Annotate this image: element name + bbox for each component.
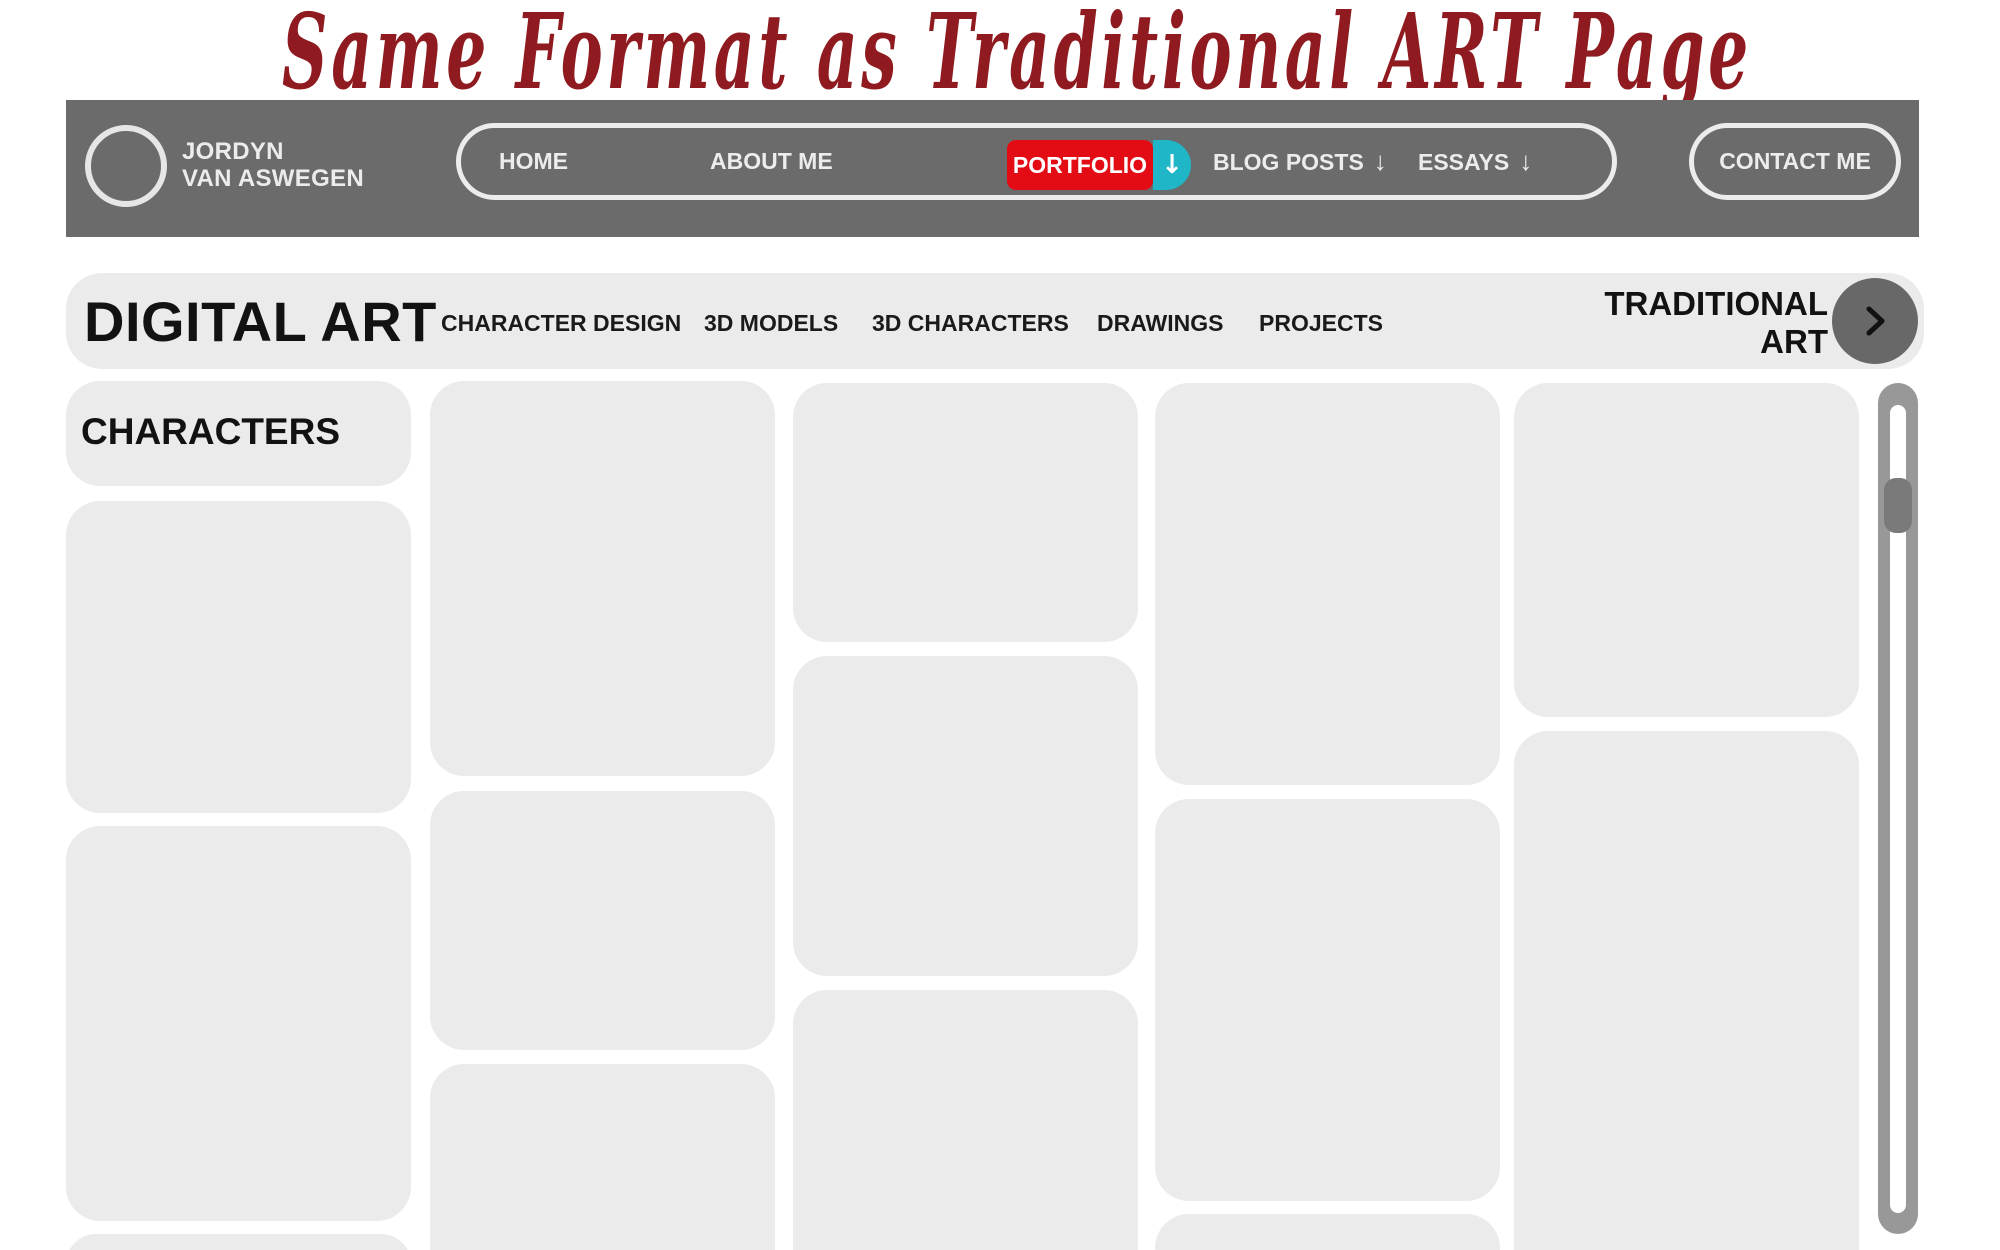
tab-drawings[interactable]: DRAWINGS	[1097, 273, 1224, 369]
page-title: DIGITAL ART	[84, 290, 437, 353]
nav-blog-posts-label: BLOG POSTS	[1213, 149, 1364, 175]
brand-name[interactable]: JORDYN VAN ASWEGEN	[182, 138, 364, 192]
contact-me-button[interactable]: CONTACT ME	[1689, 123, 1901, 200]
gallery-tile[interactable]	[1155, 1214, 1500, 1250]
tab-3d-models[interactable]: 3D MODELS	[704, 273, 838, 369]
brand-last-name: VAN ASWEGEN	[182, 165, 364, 192]
section-header: DIGITAL ART CHARACTER DESIGN 3D MODELS 3…	[66, 273, 1924, 369]
scrollbar-thumb[interactable]	[1884, 478, 1912, 533]
tab-projects[interactable]: PROJECTS	[1259, 273, 1383, 369]
gallery-scrollbar[interactable]	[1878, 383, 1918, 1234]
gallery-tile[interactable]	[793, 656, 1138, 976]
nav-essays-label: ESSAYS	[1418, 149, 1510, 175]
essays-dropdown-arrow-icon: ↓	[1519, 146, 1533, 176]
gallery-tile[interactable]	[66, 826, 411, 1221]
blog-dropdown-arrow-icon: ↓	[1373, 146, 1387, 176]
gallery-tile[interactable]	[430, 791, 775, 1050]
brand-first-name: JORDYN	[182, 138, 284, 165]
nav-blog-posts[interactable]: BLOG POSTS ↓	[1213, 128, 1387, 195]
nav-essays[interactable]: ESSAYS ↓	[1418, 128, 1532, 195]
category-title: CHARACTERS	[81, 411, 340, 452]
gallery-tile[interactable]	[1514, 383, 1859, 717]
gallery-tile[interactable]	[1155, 383, 1500, 785]
main-nav: HOME ABOUT ME PORTFOLIO ↓ BLOG POSTS ↓ ES…	[456, 123, 1617, 200]
gallery-tile[interactable]	[1155, 799, 1500, 1201]
gallery-tile[interactable]	[430, 381, 775, 776]
gallery-tile[interactable]	[793, 990, 1138, 1250]
avatar-circle-icon[interactable]	[85, 125, 167, 207]
nav-home[interactable]: HOME	[499, 128, 568, 195]
page: Same Format as Traditional ART Page JORD…	[0, 0, 2000, 1250]
gallery-tile[interactable]	[793, 383, 1138, 642]
gallery-tile[interactable]	[66, 501, 411, 813]
annotation-text: Same Format as Traditional ART Page	[282, 0, 1752, 113]
traditional-art-label-line2: ART	[1760, 323, 1828, 360]
category-card: CHARACTERS	[66, 381, 411, 486]
nav-portfolio[interactable]: PORTFOLIO	[1007, 140, 1153, 190]
nav-about-me[interactable]: ABOUT ME	[710, 128, 833, 195]
chevron-right-icon	[1866, 306, 1885, 336]
gallery-tile[interactable]	[430, 1064, 775, 1250]
traditional-art-link-label[interactable]: TRADITIONAL ART	[1568, 285, 1828, 361]
tab-3d-characters[interactable]: 3D CHARACTERS	[872, 273, 1069, 369]
traditional-art-next-button[interactable]	[1832, 278, 1918, 364]
portfolio-dropdown-arrow-icon[interactable]: ↓	[1153, 140, 1191, 190]
gallery-tile[interactable]	[66, 1234, 411, 1250]
traditional-art-label-line1: TRADITIONAL	[1604, 285, 1828, 322]
gallery-tile[interactable]	[1514, 731, 1859, 1250]
tab-character-design[interactable]: CHARACTER DESIGN	[441, 273, 681, 369]
top-nav-bar: JORDYN VAN ASWEGEN HOME ABOUT ME PORTFOL…	[66, 100, 1919, 237]
